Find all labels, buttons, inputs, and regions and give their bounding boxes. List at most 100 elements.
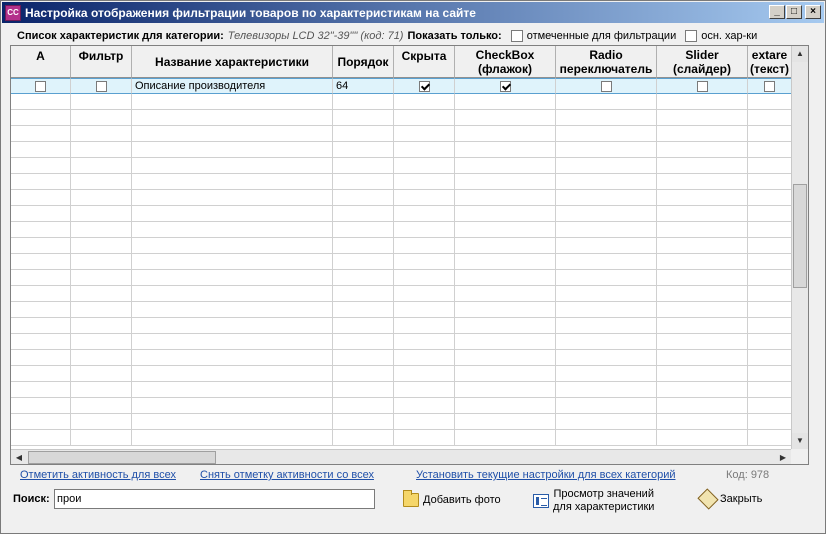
- table-cell[interactable]: [748, 78, 792, 94]
- table-row[interactable]: [11, 414, 792, 430]
- table-cell[interactable]: [132, 270, 333, 286]
- table-cell[interactable]: [394, 270, 455, 286]
- maximize-button[interactable]: □: [786, 5, 802, 19]
- minimize-button[interactable]: _: [769, 5, 785, 19]
- table-cell[interactable]: [455, 206, 556, 222]
- table-cell[interactable]: [455, 270, 556, 286]
- table-cell[interactable]: [455, 334, 556, 350]
- table-cell[interactable]: [394, 414, 455, 430]
- table-cell[interactable]: [657, 318, 748, 334]
- table-cell[interactable]: [748, 254, 792, 270]
- table-cell[interactable]: [71, 286, 132, 302]
- table-cell[interactable]: [657, 286, 748, 302]
- scroll-down-icon[interactable]: ▼: [792, 433, 808, 449]
- table-cell[interactable]: [455, 318, 556, 334]
- table-row[interactable]: [11, 222, 792, 238]
- table-cell[interactable]: [394, 350, 455, 366]
- column-header[interactable]: extare (текст): [748, 46, 792, 78]
- table-cell[interactable]: [455, 238, 556, 254]
- table-cell[interactable]: [748, 334, 792, 350]
- column-header[interactable]: CheckBox (флажок): [455, 46, 556, 78]
- table-cell[interactable]: [71, 238, 132, 254]
- table-cell[interactable]: [11, 126, 71, 142]
- table-cell[interactable]: [333, 254, 394, 270]
- table-cell[interactable]: [394, 206, 455, 222]
- horizontal-scrollbar[interactable]: ◀ ▶: [11, 449, 791, 464]
- table-cell[interactable]: [71, 142, 132, 158]
- table-cell[interactable]: [556, 238, 657, 254]
- option-main-characteristics[interactable]: осн. хар-ки: [685, 30, 757, 42]
- table-cell[interactable]: [71, 318, 132, 334]
- table-cell[interactable]: [748, 286, 792, 302]
- table-cell[interactable]: [333, 174, 394, 190]
- table-cell[interactable]: [11, 238, 71, 254]
- table-row[interactable]: [11, 318, 792, 334]
- table-cell[interactable]: [748, 382, 792, 398]
- table-cell[interactable]: [71, 254, 132, 270]
- table-cell[interactable]: [394, 302, 455, 318]
- table-cell[interactable]: [748, 110, 792, 126]
- table-cell[interactable]: [132, 142, 333, 158]
- table-cell[interactable]: [11, 110, 71, 126]
- table-cell[interactable]: [556, 270, 657, 286]
- table-cell[interactable]: [333, 126, 394, 142]
- table-cell[interactable]: [556, 398, 657, 414]
- table-cell[interactable]: [132, 350, 333, 366]
- column-header[interactable]: Фильтр: [71, 46, 132, 78]
- table-cell[interactable]: [71, 94, 132, 110]
- table-cell[interactable]: [657, 398, 748, 414]
- table-cell[interactable]: [455, 350, 556, 366]
- table-cell[interactable]: [11, 78, 71, 94]
- table-cell[interactable]: [11, 366, 71, 382]
- table-cell[interactable]: [657, 350, 748, 366]
- table-cell[interactable]: [132, 254, 333, 270]
- apply-to-all-categories-link[interactable]: Установить текущие настройки для всех ка…: [416, 469, 676, 481]
- table-cell[interactable]: [394, 94, 455, 110]
- table-cell[interactable]: [333, 270, 394, 286]
- search-input[interactable]: [54, 489, 375, 509]
- table-cell[interactable]: [333, 334, 394, 350]
- table-cell[interactable]: [394, 110, 455, 126]
- table-row[interactable]: [11, 366, 792, 382]
- table-cell[interactable]: [394, 158, 455, 174]
- table-cell[interactable]: [657, 222, 748, 238]
- table-cell[interactable]: [657, 366, 748, 382]
- table-cell[interactable]: [394, 222, 455, 238]
- table-row[interactable]: [11, 398, 792, 414]
- table-row[interactable]: [11, 206, 792, 222]
- table-row[interactable]: [11, 110, 792, 126]
- table-cell[interactable]: [132, 286, 333, 302]
- table-cell[interactable]: [71, 206, 132, 222]
- table-cell[interactable]: [657, 206, 748, 222]
- table-cell[interactable]: [71, 334, 132, 350]
- table-cell[interactable]: [333, 142, 394, 158]
- table-cell[interactable]: [394, 398, 455, 414]
- table-cell[interactable]: [748, 238, 792, 254]
- column-header[interactable]: А: [11, 46, 71, 78]
- table-cell[interactable]: [556, 382, 657, 398]
- table-cell[interactable]: [748, 398, 792, 414]
- table-cell[interactable]: [657, 382, 748, 398]
- table-cell[interactable]: [11, 350, 71, 366]
- a-checkbox[interactable]: [35, 80, 46, 92]
- table-cell[interactable]: [657, 78, 748, 94]
- table-cell[interactable]: [11, 334, 71, 350]
- table-cell[interactable]: [132, 206, 333, 222]
- table-cell[interactable]: [132, 174, 333, 190]
- table-cell[interactable]: [71, 302, 132, 318]
- table-cell[interactable]: [394, 286, 455, 302]
- table-cell[interactable]: [394, 78, 455, 94]
- table-cell[interactable]: [556, 158, 657, 174]
- table-cell[interactable]: [455, 126, 556, 142]
- add-photo-button[interactable]: Добавить фото: [403, 490, 501, 507]
- table-cell[interactable]: [394, 238, 455, 254]
- table-cell[interactable]: [132, 414, 333, 430]
- table-cell[interactable]: [333, 286, 394, 302]
- table-cell[interactable]: [455, 398, 556, 414]
- table-cell[interactable]: [71, 222, 132, 238]
- table-cell[interactable]: [11, 158, 71, 174]
- column-header[interactable]: Название характеристики: [132, 46, 333, 78]
- table-cell[interactable]: [556, 78, 657, 94]
- table-cell[interactable]: [11, 302, 71, 318]
- table-cell[interactable]: [71, 398, 132, 414]
